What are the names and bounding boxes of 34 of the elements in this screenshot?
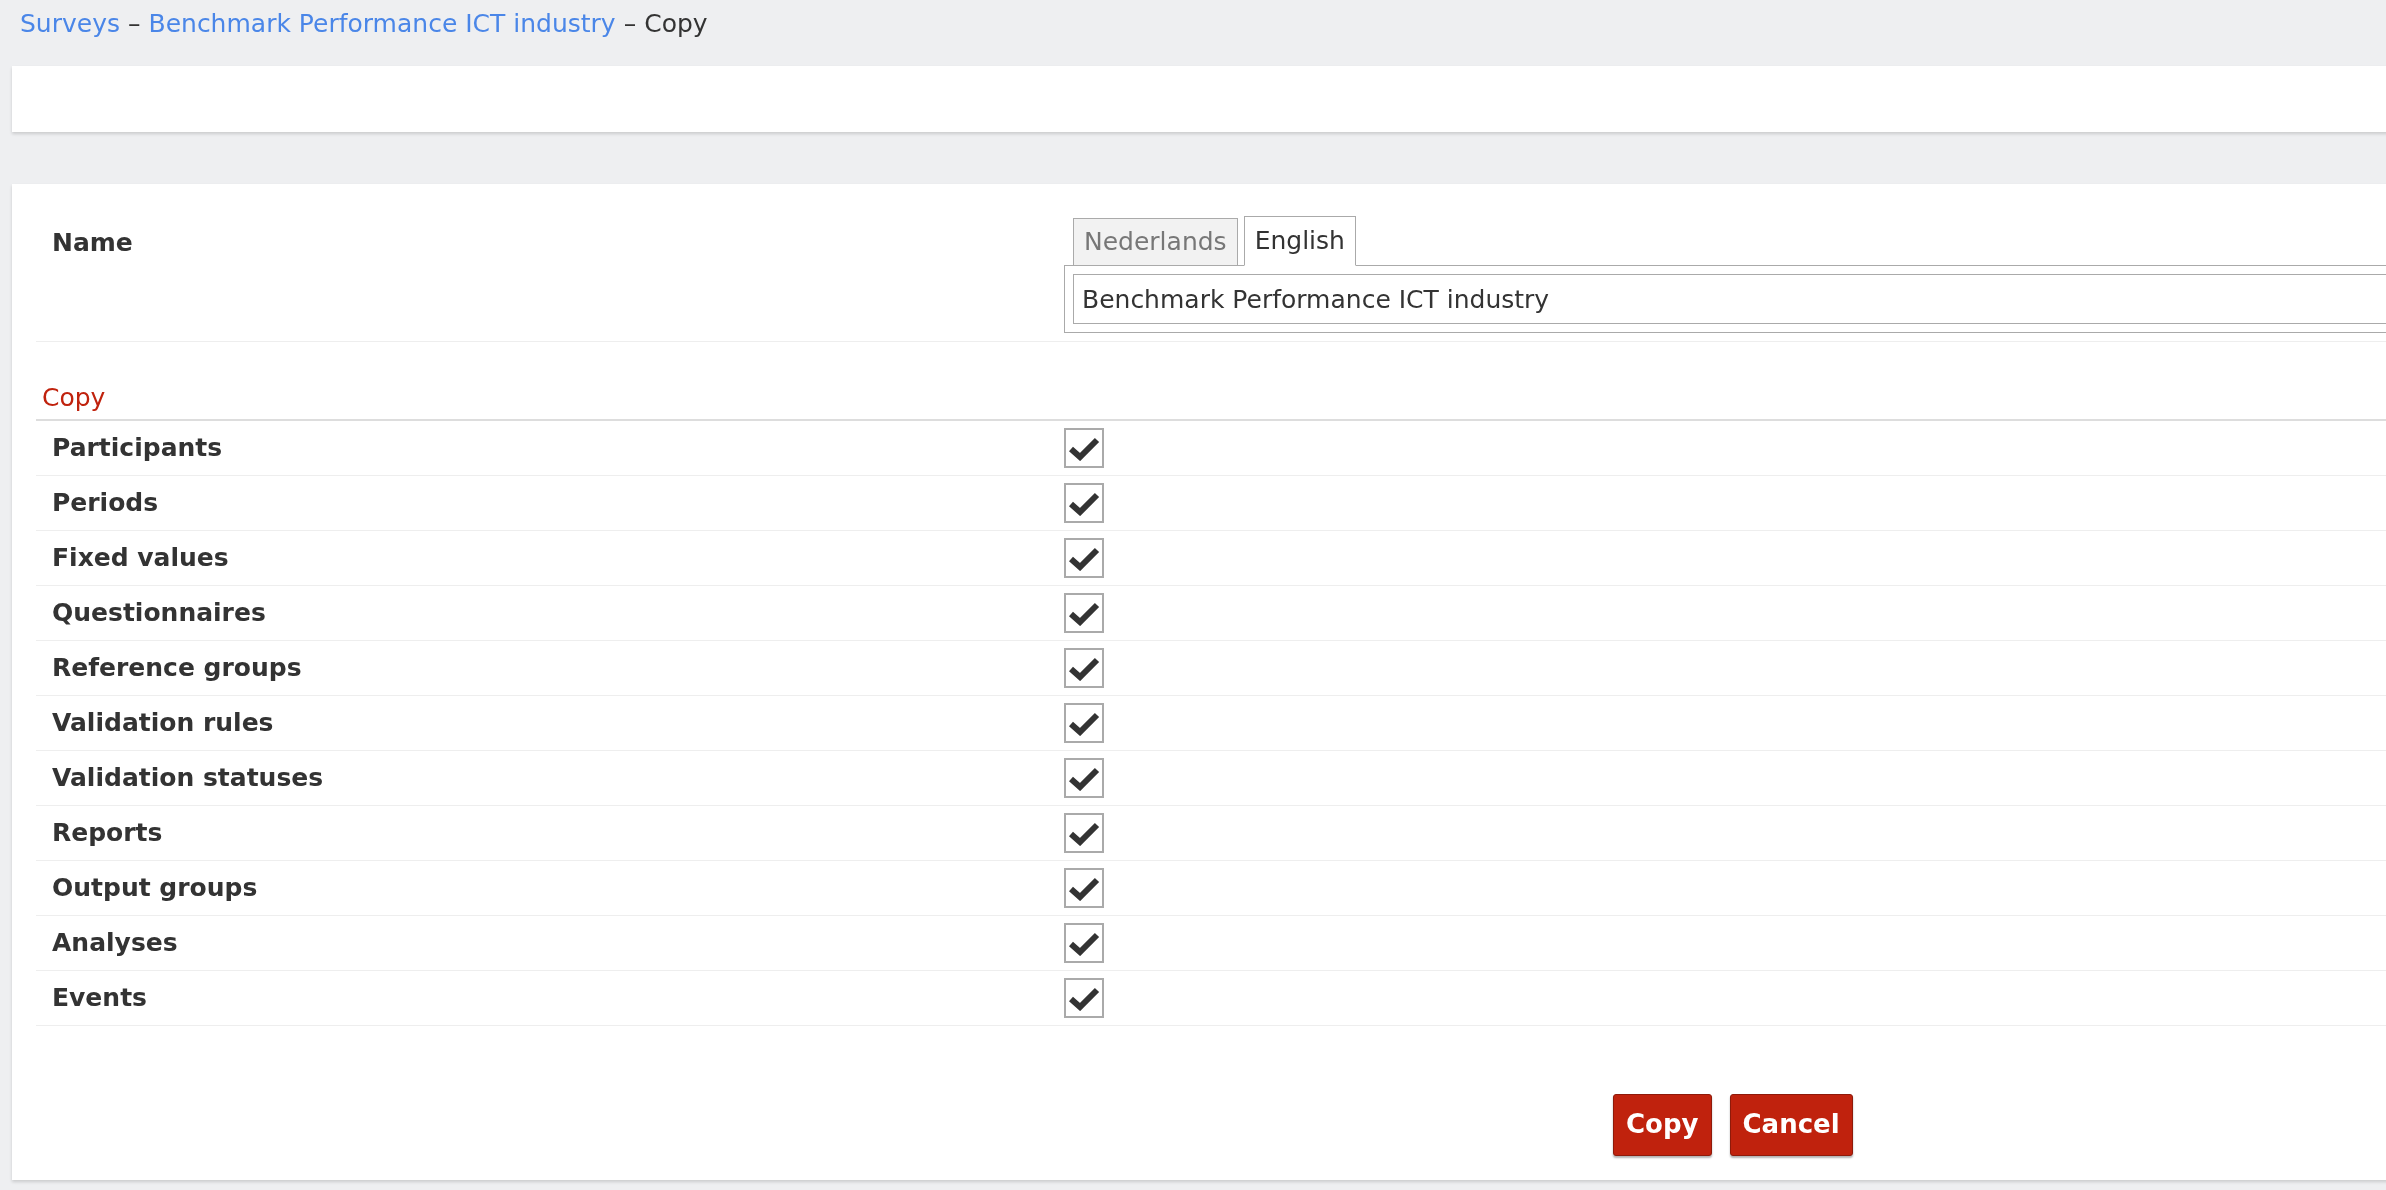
option-label: Questionnaires — [52, 597, 266, 627]
breadcrumb-separator: – — [623, 8, 637, 41]
option-label: Fixed values — [52, 542, 229, 572]
breadcrumb-link[interactable]: Surveys — [20, 5, 120, 43]
checkbox[interactable] — [1064, 702, 1104, 743]
breadcrumb-separator: – — [128, 8, 141, 41]
option-label: Participants — [52, 432, 223, 462]
option-label: Output groups — [52, 872, 258, 902]
checkbox[interactable] — [1064, 537, 1104, 578]
option-label: Reports — [52, 817, 163, 847]
action-button[interactable]: Cancel — [1729, 1093, 1853, 1156]
checkbox[interactable] — [1064, 867, 1104, 908]
option-label: Analyses — [52, 927, 178, 957]
checkbox[interactable] — [1064, 427, 1104, 468]
option-label: Events — [52, 982, 147, 1012]
action-button[interactable]: Copy — [1613, 1093, 1712, 1156]
language-tab[interactable]: Nederlands — [1073, 218, 1238, 266]
text-field[interactable]: Benchmark Performance ICT industry — [1064, 265, 2386, 333]
option-label: Validation rules — [52, 707, 274, 737]
section-title: Copy — [42, 383, 106, 412]
option-label: Periods — [52, 487, 159, 517]
option-label: Reference groups — [52, 652, 302, 682]
checkbox[interactable] — [1064, 757, 1104, 798]
breadcrumb-link[interactable]: Benchmark Performance ICT industry — [148, 5, 616, 43]
checkbox[interactable] — [1064, 812, 1104, 853]
option-label: Validation statuses — [52, 762, 324, 792]
language-tab[interactable]: English — [1243, 216, 1356, 266]
checkbox[interactable] — [1064, 592, 1104, 633]
checkbox[interactable] — [1064, 977, 1104, 1018]
breadcrumb-current: Copy — [644, 8, 708, 41]
checkbox[interactable] — [1064, 922, 1104, 963]
checkbox[interactable] — [1064, 482, 1104, 523]
field-label: Name — [52, 228, 133, 257]
checkbox[interactable] — [1064, 647, 1104, 688]
